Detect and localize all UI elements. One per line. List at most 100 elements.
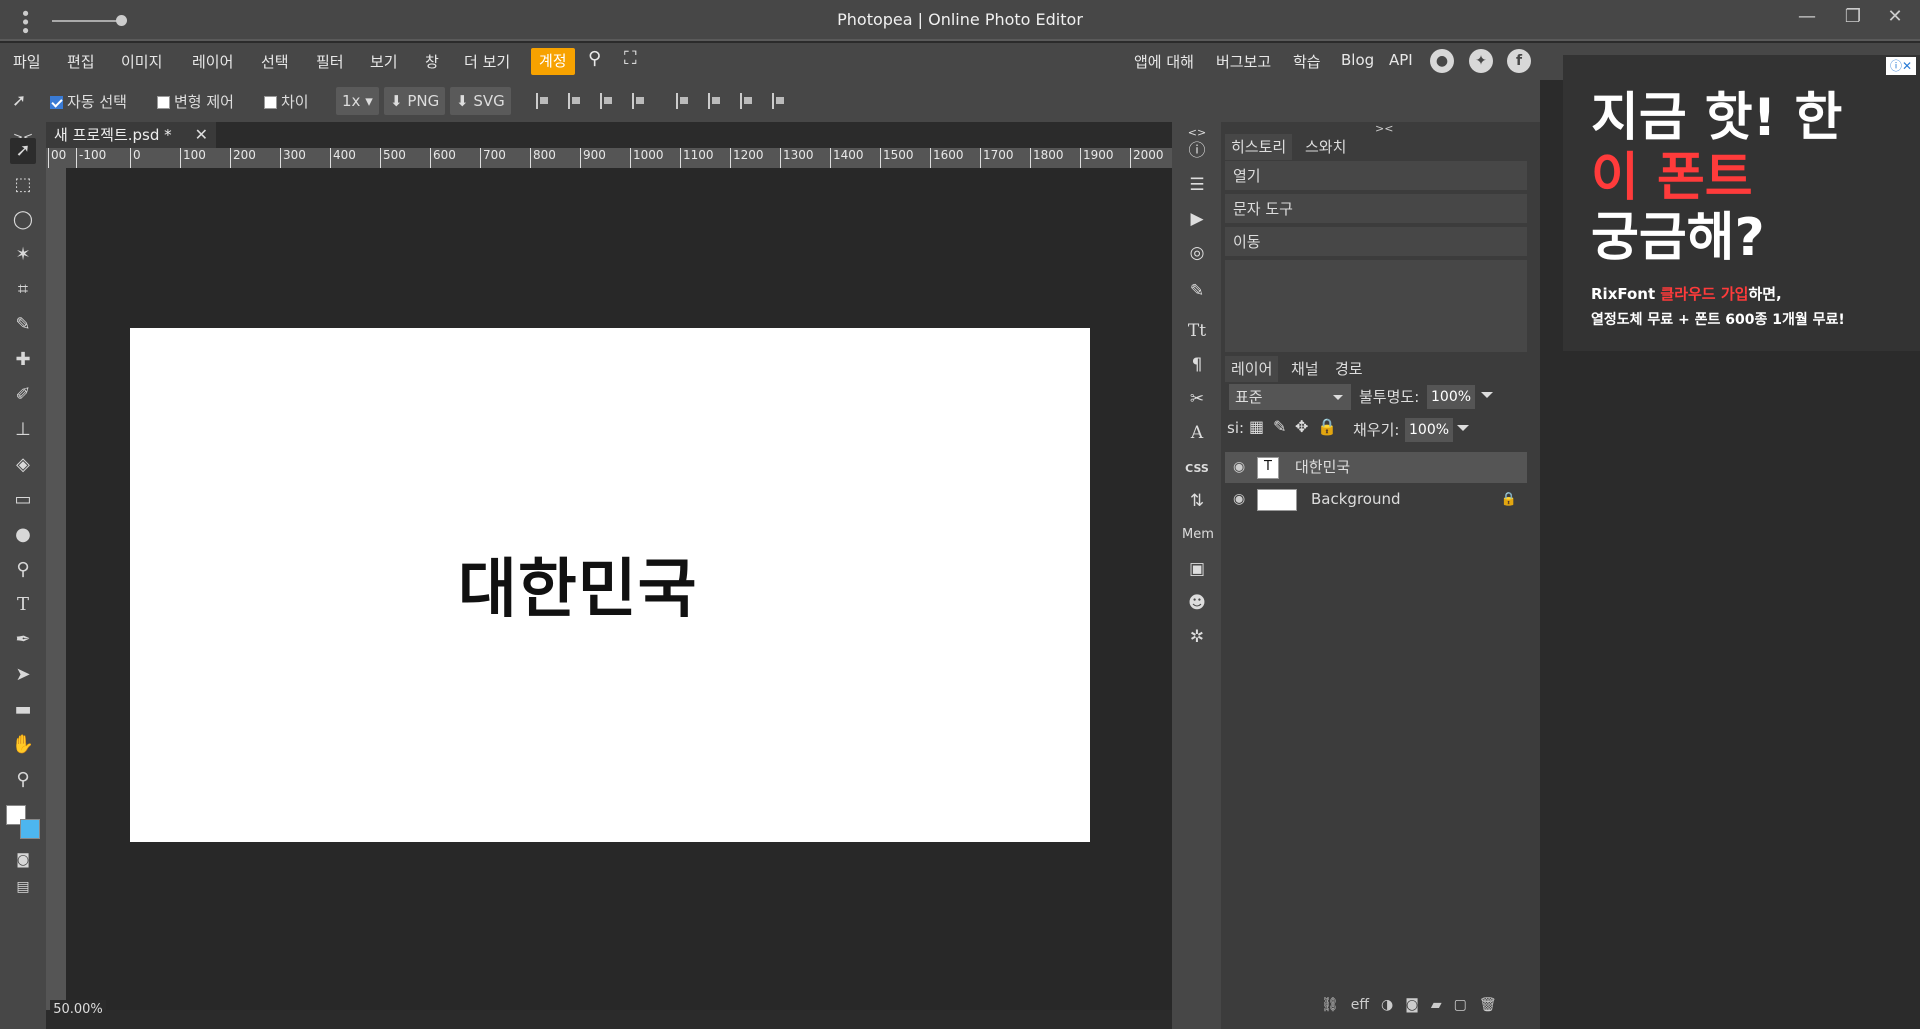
blur-tool[interactable]: ● [10, 522, 36, 548]
brush-tool[interactable]: ✐ [10, 382, 36, 408]
facebook-icon[interactable]: f [1507, 49, 1531, 73]
distances-checkbox[interactable]: 차이 [264, 91, 309, 112]
lock-position-icon[interactable]: ✥ [1295, 417, 1308, 436]
pen-tool[interactable]: ✒ [10, 627, 36, 653]
align-center-icon[interactable] [568, 93, 582, 109]
image-icon[interactable]: ▣ [1184, 556, 1210, 582]
type-tool[interactable]: T [10, 592, 36, 618]
export-png-button[interactable]: ⬇ PNG [384, 87, 446, 115]
visibility-eye-icon[interactable]: ◉ [1233, 484, 1245, 515]
background-color-swatch[interactable] [20, 819, 40, 839]
eraser-tool[interactable]: ◈ [10, 452, 36, 478]
lock-all-icon[interactable]: 🔒 [1317, 417, 1337, 436]
ad-info-icon[interactable]: ⓘ✕ [1886, 57, 1916, 75]
menu-layer[interactable]: 레이어 [192, 51, 233, 72]
opacity-dropdown-icon[interactable] [1481, 392, 1493, 404]
adjustments-icon[interactable]: ☰ [1184, 172, 1210, 198]
lock-pixels-icon[interactable]: ✎ [1273, 417, 1286, 436]
dodge-tool[interactable]: ⚲ [10, 557, 36, 583]
canvas-text-layer[interactable]: 대한민국 [458, 538, 698, 630]
menu-window[interactable]: 창 [425, 51, 439, 72]
collapse-panel-icon[interactable]: >< [1375, 122, 1393, 135]
eyedropper-tool[interactable]: ✎ [10, 312, 36, 338]
memory-panel[interactable]: Mem [1178, 522, 1218, 548]
path-select-tool[interactable]: ➤ [10, 662, 36, 688]
css-panel[interactable]: CSS [1184, 456, 1210, 482]
document-canvas[interactable]: 대한민국 [130, 328, 1090, 842]
adjustment-layer-icon[interactable]: ◑ [1381, 997, 1393, 1013]
reddit-icon[interactable]: ● [1430, 49, 1454, 73]
lasso-tool[interactable]: ◯ [10, 207, 36, 233]
new-group-icon[interactable]: ▰ [1431, 997, 1442, 1013]
align-bottom-icon[interactable] [740, 93, 754, 109]
shape-tool[interactable]: ▬ [10, 697, 36, 723]
healing-tool[interactable]: ✚ [10, 347, 36, 373]
close-tab-icon[interactable]: ✕ [195, 122, 208, 148]
menu-filter[interactable]: 필터 [316, 51, 344, 72]
align-right-icon[interactable] [600, 93, 614, 109]
menu-blog[interactable]: Blog [1341, 51, 1374, 69]
properties-icon[interactable]: ⇅ [1184, 488, 1210, 514]
screen-mode-icon[interactable]: ▤ [10, 874, 36, 900]
brush-settings-icon[interactable]: ✎ [1184, 278, 1210, 304]
hand-tool[interactable]: ✋ [10, 732, 36, 758]
marquee-tool[interactable]: ⬚ [10, 172, 36, 198]
new-layer-icon[interactable]: ▢ [1454, 997, 1467, 1013]
menu-bug-report[interactable]: 버그보고 [1216, 51, 1271, 72]
navigator-icon[interactable]: ◎ [1184, 240, 1210, 266]
menu-more[interactable]: 더 보기 [464, 51, 510, 72]
quick-mask-icon[interactable]: ◙ [10, 847, 36, 873]
3d-icon[interactable]: ✲ [1184, 624, 1210, 650]
search-icon[interactable]: ⚲ [588, 48, 601, 69]
move-tool[interactable]: ➚ [10, 138, 36, 164]
lock-transparency-icon[interactable]: ▦ [1249, 417, 1264, 436]
restore-icon[interactable]: ❐ [1838, 6, 1868, 27]
menu-view[interactable]: 보기 [370, 51, 398, 72]
history-item[interactable]: 문자 도구 [1225, 194, 1527, 224]
menu-image[interactable]: 이미지 [121, 51, 162, 72]
actions-icon[interactable]: ▶ [1184, 206, 1210, 232]
layer-row[interactable]: ◉ Background 🔒 [1225, 484, 1527, 515]
account-button[interactable]: 계정 [531, 48, 575, 75]
menu-select[interactable]: 선택 [261, 51, 289, 72]
close-icon[interactable]: ✕ [1880, 6, 1910, 27]
gradient-tool[interactable]: ▭ [10, 487, 36, 513]
visibility-eye-icon[interactable]: ◉ [1233, 452, 1245, 483]
mask-icon[interactable]: ◙ [1405, 997, 1419, 1013]
history-item[interactable]: 이동 [1225, 227, 1527, 257]
zoom-tool[interactable]: ⚲ [10, 767, 36, 793]
menu-about[interactable]: 앱에 대해 [1134, 51, 1194, 72]
paragraph-icon[interactable]: ¶ [1184, 352, 1210, 378]
emoji-icon[interactable]: ☻ [1184, 590, 1210, 616]
crop-tool[interactable]: ⌗ [10, 277, 36, 303]
fill-dropdown-icon[interactable] [1457, 425, 1469, 437]
auto-select-checkbox[interactable]: 자동 선택 [50, 91, 127, 112]
tab-swatches[interactable]: 스와치 [1299, 134, 1352, 160]
move-tool-icon[interactable]: ➚ [12, 91, 26, 111]
tab-channels[interactable]: 채널 [1285, 356, 1325, 382]
export-svg-button[interactable]: ⬇ SVG [450, 87, 511, 115]
tool-presets-icon[interactable]: ✂ [1184, 386, 1210, 412]
distribute-v-icon[interactable] [772, 93, 786, 109]
tab-paths[interactable]: 경로 [1329, 356, 1369, 382]
character-icon[interactable]: Tt [1184, 318, 1210, 344]
tab-history[interactable]: 히스토리 [1225, 134, 1293, 160]
opacity-input[interactable]: 100% [1427, 385, 1475, 409]
align-middle-icon[interactable] [708, 93, 722, 109]
effects-icon[interactable]: eff [1351, 997, 1369, 1013]
fill-input[interactable]: 100% [1405, 418, 1453, 442]
menu-edit[interactable]: 편집 [67, 51, 95, 72]
minimize-icon[interactable]: — [1792, 6, 1822, 27]
align-top-icon[interactable] [676, 93, 690, 109]
fullscreen-icon[interactable]: ⛶ [624, 48, 637, 69]
menu-api[interactable]: API [1389, 51, 1413, 69]
magic-wand-tool[interactable]: ✶ [10, 242, 36, 268]
transform-controls-checkbox[interactable]: 변형 제어 [157, 91, 234, 112]
distribute-h-icon[interactable] [632, 93, 646, 109]
info-icon[interactable]: ⓘ [1184, 138, 1210, 164]
blend-mode-select[interactable]: 표준 [1229, 384, 1351, 410]
menu-learn[interactable]: 학습 [1293, 51, 1321, 72]
stamp-tool[interactable]: ⊥ [10, 417, 36, 443]
link-layers-icon[interactable]: ⛓ [1321, 997, 1339, 1013]
document-tab[interactable]: 새 프로젝트.psd * ✕ [46, 122, 216, 148]
